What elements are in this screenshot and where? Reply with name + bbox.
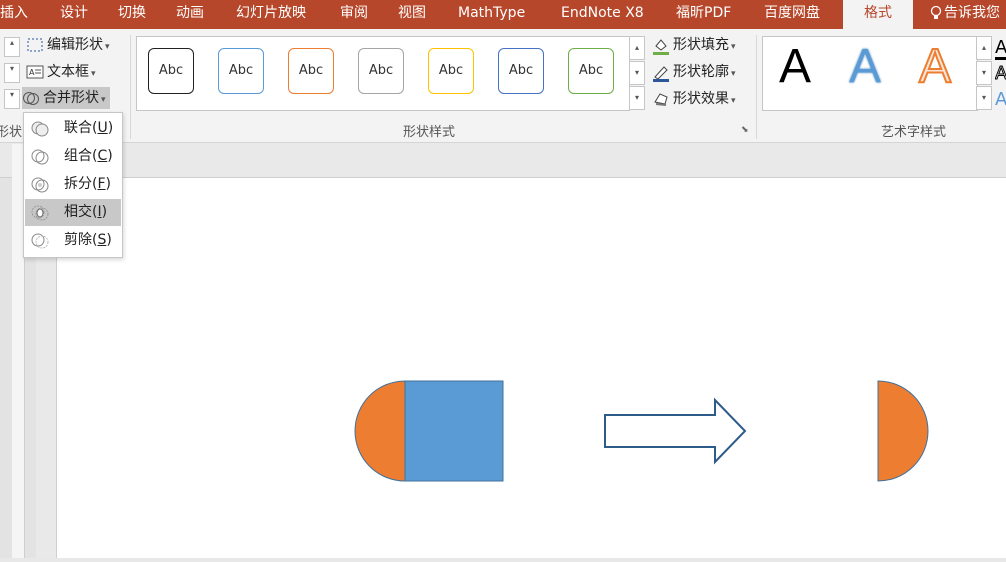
- tab-design[interactable]: 设计: [60, 0, 88, 29]
- tab-view[interactable]: 视图: [398, 0, 426, 29]
- blue-square-shape[interactable]: [404, 380, 504, 482]
- intersect-icon: [30, 204, 50, 222]
- dialog-launcher-icon[interactable]: ⬊: [741, 125, 749, 135]
- shape-style-swatch[interactable]: Abc: [358, 48, 404, 94]
- tab-slideshow[interactable]: 幻灯片放映: [236, 0, 306, 29]
- svg-text:A: A: [995, 89, 1006, 107]
- tab-mathtype[interactable]: MathType: [458, 0, 525, 29]
- text-box-label: 文本框: [47, 64, 89, 80]
- scroll-down-button[interactable]: ▾: [4, 63, 20, 83]
- ribbon-format: ▴ ▾ ▾ 形状 编辑形状 ▾ A 文本框 ▾ 合并形状 ▾ Abc Abc Abc A…: [0, 29, 1006, 143]
- subtract-icon: [30, 232, 50, 250]
- shape-styles-gallery: Abc Abc Abc Abc Abc Abc Abc: [136, 36, 630, 111]
- wordart-styles-gallery: A A A: [762, 36, 978, 111]
- merge-shapes-button[interactable]: 合并形状 ▾: [22, 87, 110, 109]
- text-box-icon: A: [26, 64, 44, 80]
- edit-shape-button[interactable]: 编辑形状 ▾: [26, 34, 110, 56]
- shape-style-swatch[interactable]: Abc: [498, 48, 544, 94]
- group-label-insert-shapes: 形状: [0, 125, 23, 140]
- shape-effects-icon: [652, 91, 670, 107]
- gallery-scroll-down[interactable]: ▾: [629, 61, 645, 85]
- shape-style-swatch[interactable]: Abc: [568, 48, 614, 94]
- slide-shapes: [354, 380, 929, 482]
- menu-item-access-key: I: [97, 204, 102, 220]
- tab-animations[interactable]: 动画: [176, 0, 204, 29]
- wordart-style-black[interactable]: A: [779, 39, 811, 94]
- wordart-scroll-up[interactable]: ▴: [976, 36, 992, 60]
- shape-style-swatch[interactable]: Abc: [428, 48, 474, 94]
- shape-style-swatch[interactable]: Abc: [288, 48, 334, 94]
- paint-bucket-icon: [652, 37, 670, 55]
- svg-text:A: A: [29, 68, 35, 77]
- menu-item-union[interactable]: 联合(U): [25, 115, 121, 142]
- edit-shape-icon: [26, 37, 44, 53]
- wordart-style-orange-outline[interactable]: A: [918, 39, 952, 94]
- ribbon-tab-bar: 插入 设计 切换 动画 幻灯片放映 审阅 视图 MathType EndNote…: [0, 0, 1006, 29]
- more-button[interactable]: ▾: [4, 89, 20, 109]
- intersect-result-shape[interactable]: [877, 380, 929, 482]
- menu-item-subtract[interactable]: 剪除(S): [25, 227, 121, 254]
- menu-item-fragment[interactable]: 拆分(F): [25, 171, 121, 198]
- menu-item-access-key: F: [97, 176, 106, 192]
- shape-style-swatch[interactable]: Abc: [148, 48, 194, 94]
- group-label-wordart-styles: 艺术字样式: [881, 125, 947, 140]
- group-separator: [130, 35, 131, 139]
- tab-transitions[interactable]: 切换: [118, 0, 146, 29]
- gallery-scroll-up[interactable]: ▴: [629, 36, 645, 60]
- slide-canvas: [57, 178, 1006, 558]
- wordart-style-blue[interactable]: A: [849, 39, 881, 94]
- menu-item-label: 拆分: [64, 176, 92, 192]
- right-arrow-shape[interactable]: [604, 397, 747, 465]
- wordart-scroll-down[interactable]: ▾: [976, 61, 992, 85]
- merge-shapes-icon: [22, 90, 40, 106]
- text-format-buttons-partial[interactable]: AAA: [995, 37, 1006, 110]
- orange-half-circle-shape[interactable]: [354, 380, 406, 482]
- menu-item-access-key: S: [97, 232, 107, 248]
- shape-effects-button[interactable]: 形状效果 ▾: [652, 88, 736, 110]
- shape-fill-button[interactable]: 形状填充 ▾: [652, 34, 736, 56]
- group-separator: [756, 35, 757, 139]
- menu-item-combine[interactable]: 组合(C): [25, 143, 121, 170]
- shape-effects-label: 形状效果: [673, 91, 729, 107]
- menu-item-access-key: U: [97, 120, 108, 136]
- menu-item-access-key: C: [97, 148, 108, 164]
- tab-review[interactable]: 审阅: [340, 0, 368, 29]
- menu-item-label: 相交: [64, 204, 92, 220]
- shape-outline-label: 形状轮廓: [673, 64, 729, 80]
- text-box-button[interactable]: A 文本框 ▾: [26, 61, 96, 83]
- tab-insert[interactable]: 插入: [0, 0, 28, 29]
- combine-icon: [30, 148, 50, 166]
- svg-text:A: A: [995, 37, 1006, 58]
- tell-me-search[interactable]: 告诉我您: [930, 0, 1000, 29]
- lightbulb-icon: [930, 0, 944, 26]
- tab-format[interactable]: 格式: [843, 0, 913, 29]
- merge-shapes-label: 合并形状: [43, 90, 99, 106]
- tab-foxit-pdf[interactable]: 福昕PDF: [676, 0, 731, 29]
- tell-me-label: 告诉我您: [944, 5, 1000, 21]
- fragment-icon: [30, 176, 50, 194]
- horizontal-ruler: [0, 143, 1006, 178]
- shape-fill-label: 形状填充: [673, 37, 729, 53]
- union-icon: [30, 120, 50, 138]
- menu-item-intersect[interactable]: 相交(I): [25, 199, 121, 226]
- merge-shapes-menu: 联合(U) 组合(C) 拆分(F) 相交(I) 剪除(S): [23, 112, 123, 258]
- pencil-icon: [652, 64, 670, 82]
- wordart-more[interactable]: ▾: [976, 86, 992, 110]
- group-label-shape-styles: 形状样式: [403, 125, 456, 140]
- svg-text:A: A: [995, 63, 1006, 84]
- menu-item-label: 联合: [64, 120, 92, 136]
- shape-outline-button[interactable]: 形状轮廓 ▾: [652, 61, 736, 83]
- menu-item-label: 组合: [64, 148, 92, 164]
- edit-shape-label: 编辑形状: [47, 37, 103, 53]
- gallery-more[interactable]: ▾: [629, 86, 645, 110]
- menu-item-label: 剪除: [64, 232, 92, 248]
- tab-endnote[interactable]: EndNote X8: [561, 0, 644, 29]
- tab-baidu-netdisk[interactable]: 百度网盘: [764, 0, 820, 29]
- shape-style-swatch[interactable]: Abc: [218, 48, 264, 94]
- scroll-up-button[interactable]: ▴: [4, 37, 20, 57]
